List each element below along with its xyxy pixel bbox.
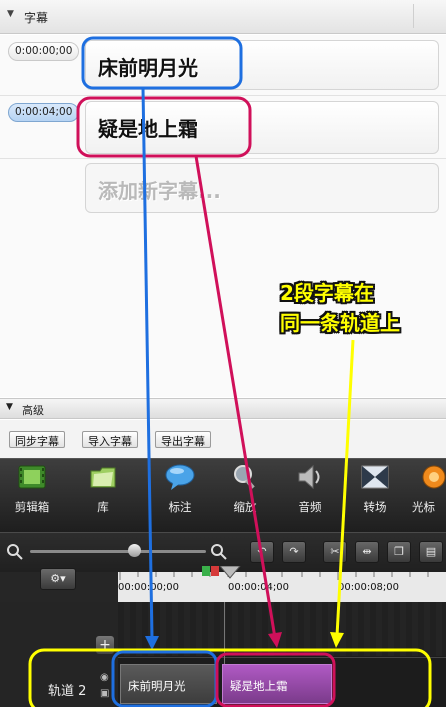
zoom-slider-handle[interactable] [128,544,141,557]
toolbar-label: 标注 [168,500,192,514]
caption-row-divider [0,158,446,159]
collapse-caret-icon[interactable]: ▼ [6,402,13,412]
toolbar-clip-bin[interactable]: 剪辑箱 [2,459,62,533]
speaker-icon [298,464,320,490]
ruler-tick-label: 00:00:08;00 [338,582,400,593]
library-folder-icon [90,467,116,488]
timeline-header-left: ⚙▾ [0,568,118,602]
toolbar-library[interactable]: 库 [73,459,133,533]
eye-icon[interactable]: ◉ [100,672,109,683]
collapse-caret-icon[interactable]: ▼ [7,9,14,19]
toolbar-transitions[interactable]: 转场 [345,459,405,533]
caption-row-divider [0,95,446,96]
toolbar-label: 音频 [298,500,322,514]
captions-panel-title: 字幕 [24,11,49,25]
toolbar-label: 转场 [363,500,387,514]
caption-time-2[interactable]: 0:00:04;00 [8,103,80,122]
toolbar-zoom[interactable]: 缩放 [215,459,275,533]
cut-icon[interactable]: ✂ [323,541,347,563]
copy-icon[interactable]: ❐ [387,541,411,563]
zoom-in-icon[interactable] [210,543,228,561]
undo-icon[interactable]: ↶ [250,541,274,563]
paste-icon[interactable]: ▤ [419,541,443,563]
zoom-magnifier-icon [234,465,255,490]
toolbar-audio[interactable]: 音频 [280,459,340,533]
toolbar-cursor-effects[interactable]: 光标 [404,459,446,533]
toolbar-label: 缩放 [233,500,257,514]
timeline-ruler[interactable]: 00:00:00;00 00:00:04;00 00:00:08;00 [118,566,446,602]
toolbar-label: 库 [97,500,109,514]
annotation-callout-line1: 2段字幕在 [280,281,374,305]
zoom-slider[interactable] [30,550,206,553]
panel-menu-button[interactable] [413,4,440,28]
toolbar-label: 剪辑箱 [14,500,50,514]
transition-icon [361,465,389,489]
import-captions-button[interactable]: 导入字幕 [82,431,138,448]
caption-clip-2[interactable]: 疑是地上霜 [222,664,332,704]
toolbar-callouts[interactable]: 标注 [150,459,210,533]
lock-icon[interactable]: ▣ [100,688,109,699]
speech-bubble-icon [165,464,195,490]
advanced-section-header[interactable]: ▼ 高级 [0,398,446,419]
track-headers: + 轨道 2 ◉ ▣ [0,602,118,707]
split-icon[interactable]: ⇹ [355,541,379,563]
advanced-body [0,420,446,458]
effects-toolbar: 剪辑箱 库 标注 缩放 音频 转场 光标 [0,458,446,532]
caption-clip-1[interactable]: 床前明月光 [120,664,217,704]
track-label: 轨道 2 [48,684,87,699]
gear-icon[interactable]: ⚙▾ [40,568,76,590]
caption-text-2[interactable]: 疑是地上霜 [85,101,439,154]
advanced-title: 高级 [22,404,44,417]
playhead-icon[interactable] [202,566,242,584]
caption-time-1[interactable]: 0:00:00;00 [8,42,80,61]
export-captions-button[interactable]: 导出字幕 [155,431,211,448]
add-caption-field[interactable]: 添加新字幕... [85,163,439,213]
toolbar-label: 光标 [412,500,435,514]
captions-panel-header[interactable]: ▼ 字幕 [0,0,446,34]
annotation-callout-line2: 同一条轨道上 [280,311,400,335]
cursor-effects-icon [422,465,446,489]
track-divider [118,657,446,658]
caption-text-1[interactable]: 床前明月光 [85,40,439,90]
film-strip-icon [18,465,46,489]
sync-captions-button[interactable]: 同步字幕 [9,431,65,448]
redo-icon[interactable]: ↷ [282,541,306,563]
add-track-icon[interactable]: + [96,636,114,654]
ruler-tick-label: 00:00:00;00 [118,582,180,593]
track-1-lane[interactable] [118,602,446,656]
zoom-out-icon[interactable] [6,543,24,561]
